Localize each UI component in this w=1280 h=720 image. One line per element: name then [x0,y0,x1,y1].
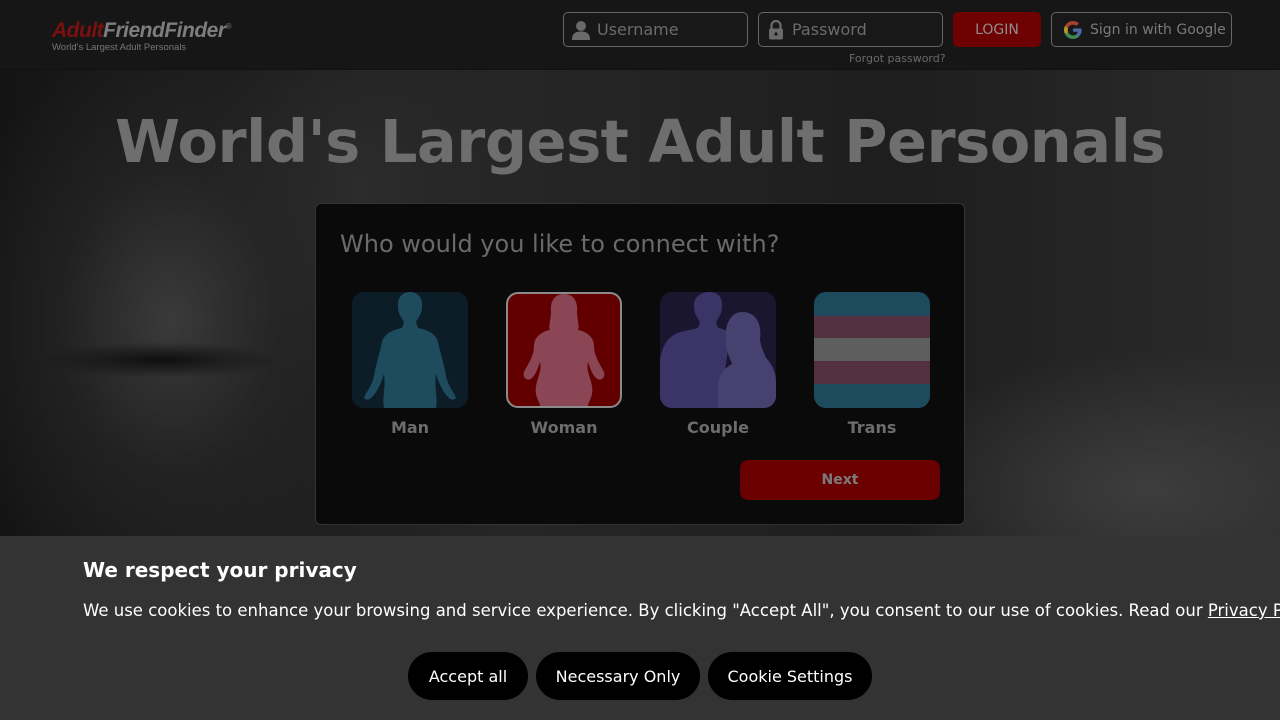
logo-registered-mark: ® [225,22,232,31]
logo-adult-text: Adult [52,19,104,42]
password-input[interactable] [792,20,932,39]
option-trans[interactable]: Trans [813,292,931,437]
hero-headline: World's Largest Adult Personals [115,107,1165,176]
cookie-banner: We respect your privacy We use cookies t… [0,536,1280,720]
cookie-message: We use cookies to enhance your browsing … [83,601,1280,620]
password-field[interactable] [758,12,943,47]
user-icon [571,19,591,41]
couple-silhouette-icon [660,292,776,408]
logo-tagline: World's Largest Adult Personals [52,42,187,53]
logo-friendfinder-text: FriendFinder [103,19,226,42]
hero-photo-shadow [0,320,300,400]
username-field[interactable] [563,12,748,47]
cookie-message-text: We use cookies to enhance your browsing … [83,601,1208,620]
cookie-settings-button[interactable]: Cookie Settings [708,652,872,700]
google-signin-label: Sign in with Google [1090,21,1226,38]
option-couple-label: Couple [687,418,749,437]
necessary-only-button[interactable]: Necessary Only [536,652,700,700]
google-signin-button[interactable]: Sign in with Google [1051,12,1232,47]
connect-title: Who would you like to connect with? [340,230,780,258]
man-tile[interactable] [352,292,468,408]
site-logo[interactable]: AdultFriendFinder® World's Largest Adult… [52,15,232,55]
forgot-password-link[interactable]: Forgot password? [849,52,946,65]
accept-all-button[interactable]: Accept all [408,652,528,700]
option-woman-label: Woman [530,418,598,437]
woman-tile[interactable] [506,292,622,408]
man-silhouette-icon [364,292,456,408]
couple-tile[interactable] [660,292,776,408]
next-button[interactable]: Next [740,460,940,500]
option-trans-label: Trans [847,418,897,437]
login-button[interactable]: LOGIN [953,12,1041,47]
option-couple[interactable]: Couple [659,292,777,437]
google-icon [1064,20,1082,39]
trans-tile[interactable] [814,292,930,408]
logo-wordmark: AdultFriendFinder® [52,15,232,43]
option-woman[interactable]: Woman [505,292,623,437]
privacy-policy-link[interactable]: Privacy Policy [1208,601,1280,620]
site-header: AdultFriendFinder® World's Largest Adult… [0,0,1280,70]
username-input[interactable] [597,20,737,39]
woman-silhouette-icon [523,294,605,406]
lock-icon [766,19,786,41]
cookie-title: We respect your privacy [83,558,357,582]
trans-flag-icon [814,292,930,408]
option-man-label: Man [390,418,430,437]
option-man[interactable]: Man [351,292,469,437]
connect-card: Who would you like to connect with? Man … [315,203,965,525]
